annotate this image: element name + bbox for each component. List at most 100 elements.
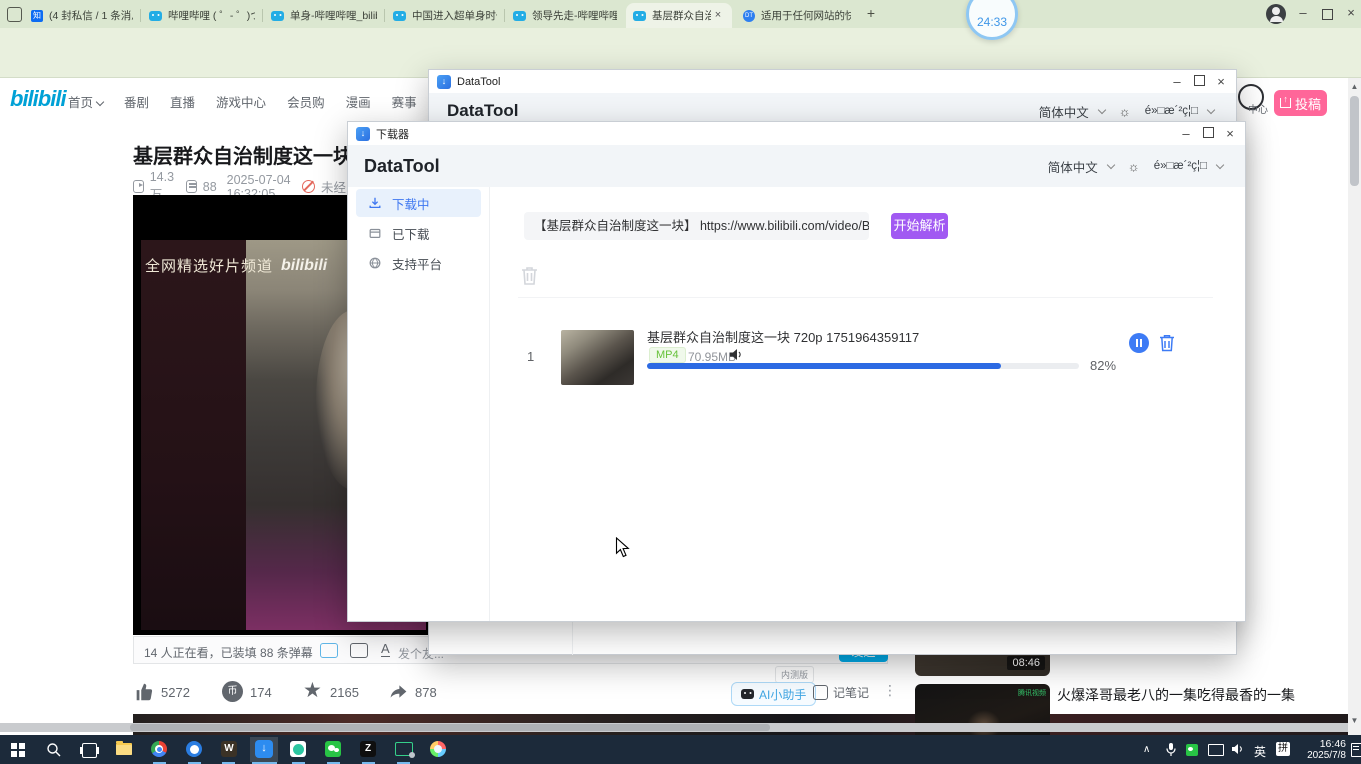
- action-center-icon[interactable]: [1351, 743, 1361, 757]
- parse-button[interactable]: 开始解析: [891, 213, 948, 239]
- window-maximize-button[interactable]: [1188, 72, 1210, 92]
- danmaku-switch-icon[interactable]: [320, 643, 338, 658]
- window-minimize-button[interactable]: –: [1175, 124, 1197, 144]
- downloader-brand: DataTool: [364, 156, 440, 177]
- pause-button[interactable]: [1129, 333, 1149, 353]
- tab-zhongguo[interactable]: 中国进入超单身时代_: [386, 3, 504, 28]
- nav-game-center[interactable]: 游戏中心: [216, 92, 266, 111]
- browser-maximize-button[interactable]: [1322, 9, 1333, 20]
- vertical-scrollbar-thumb[interactable]: [1350, 96, 1359, 186]
- wechat-icon[interactable]: [325, 741, 341, 757]
- wps-icon[interactable]: W: [221, 741, 237, 757]
- datatool-titlebar[interactable]: DataTool – ×: [429, 70, 1236, 93]
- screen-share-icon[interactable]: [395, 742, 413, 756]
- related-video-title[interactable]: 火爆泽哥最老八的一集吃得最香的一集: [1057, 686, 1297, 705]
- favorite-star-icon[interactable]: ★: [303, 678, 322, 703]
- tray-ime-icon[interactable]: 拼: [1276, 742, 1290, 756]
- nav-live[interactable]: 直播: [170, 92, 195, 111]
- ai-assistant-button[interactable]: AI小助手: [731, 682, 816, 706]
- profile-menu[interactable]: é»□æ´²ç¦□: [1154, 160, 1223, 172]
- theme-toggle-icon[interactable]: ☼: [1128, 159, 1140, 174]
- upload-icon: ↑: [1280, 98, 1291, 108]
- active-app-highlight[interactable]: ↓: [250, 737, 278, 762]
- chrome-icon[interactable]: [151, 741, 167, 757]
- downloader-sidebar: 下载中 已下载 支持平台: [348, 187, 490, 621]
- search-icon[interactable]: [46, 742, 62, 758]
- sidebar-item-downloading[interactable]: 下载中: [356, 189, 481, 217]
- tab-danshen[interactable]: 单身-哔哩哔哩_bilibili: [264, 3, 384, 28]
- wechat-tray-icon[interactable]: [1186, 744, 1198, 756]
- nav-manga[interactable]: 漫画: [346, 92, 371, 111]
- like-icon[interactable]: [133, 681, 155, 703]
- share-icon[interactable]: [388, 681, 409, 702]
- language-selector[interactable]: 简体中文: [1048, 157, 1114, 176]
- tab-lingdao[interactable]: 领导先走-哔哩哔哩_b: [506, 3, 624, 28]
- tab-bilibili-home[interactable]: 哔哩哔哩 ( ゜- ゜)つロ: [142, 3, 262, 28]
- play-count-icon: [133, 180, 144, 193]
- tray-expand-icon[interactable]: ∧: [1143, 744, 1150, 755]
- ai-assistant-tv-icon: [741, 689, 754, 699]
- start-button[interactable]: [11, 743, 25, 757]
- bilibili-logo[interactable]: bilibili: [10, 86, 66, 112]
- vertical-scrollbar[interactable]: ▲ ▼: [1348, 78, 1361, 735]
- sidebar-item-supported-platforms[interactable]: 支持平台: [356, 249, 481, 277]
- window-close-button[interactable]: ×: [1210, 72, 1232, 92]
- coin-icon[interactable]: 币: [222, 681, 243, 702]
- network-icon[interactable]: [1208, 744, 1224, 756]
- file-explorer-icon[interactable]: [116, 743, 132, 755]
- browser-profile-avatar[interactable]: [1266, 4, 1286, 24]
- list-divider: [518, 297, 1213, 298]
- language-selector[interactable]: 简体中文: [1039, 102, 1105, 121]
- tab-zhihu[interactable]: 知 (4 封私信 / 1 条消息): [24, 3, 140, 28]
- more-actions-icon[interactable]: ⋮: [883, 682, 897, 699]
- tab-title: 哔哩哔哩 ( ゜- ゜)つロ: [168, 8, 255, 23]
- theme-toggle-icon[interactable]: ☼: [1119, 104, 1131, 119]
- delete-item-button[interactable]: [1158, 333, 1176, 353]
- note-button[interactable]: 记笔记: [813, 684, 869, 701]
- scroll-down-arrow[interactable]: ▼: [1348, 716, 1361, 725]
- coin-count: 174: [250, 685, 272, 700]
- audio-icon[interactable]: [729, 348, 743, 361]
- no-reprint-icon: [302, 180, 315, 193]
- app-flower-icon[interactable]: [430, 741, 446, 757]
- nav-esports[interactable]: 赛事: [392, 92, 417, 111]
- browser-360-icon[interactable]: [186, 741, 202, 757]
- app-teal-icon[interactable]: [290, 741, 306, 757]
- upload-button[interactable]: ↑ 投稿: [1274, 90, 1327, 116]
- microphone-icon[interactable]: [1165, 742, 1177, 757]
- danmaku-count: 88: [203, 180, 217, 194]
- window-close-button[interactable]: ×: [1219, 124, 1241, 144]
- volume-icon[interactable]: [1231, 743, 1244, 755]
- tray-clock[interactable]: 16:46 2025/7/8: [1300, 738, 1346, 761]
- scroll-up-arrow[interactable]: ▲: [1348, 82, 1361, 91]
- zhihu-favicon: 知: [31, 10, 43, 22]
- window-maximize-button[interactable]: [1197, 124, 1219, 144]
- new-tab-button[interactable]: +: [862, 5, 880, 23]
- browser-minimize-button[interactable]: –: [1292, 3, 1314, 23]
- nav-home[interactable]: 首页: [68, 92, 103, 111]
- favorite-count: 2165: [330, 685, 359, 700]
- horizontal-scrollbar-thumb[interactable]: [130, 724, 770, 731]
- danmaku-style-icon[interactable]: A: [381, 642, 390, 657]
- task-view-icon[interactable]: [82, 743, 97, 758]
- tab-separator: [384, 9, 385, 22]
- window-minimize-button[interactable]: –: [1166, 72, 1188, 92]
- nav-vip-shop[interactable]: 会员购: [287, 92, 325, 111]
- capcut-icon[interactable]: Z: [360, 741, 376, 757]
- downloader-titlebar[interactable]: 下载器 – ×: [348, 122, 1245, 145]
- downloader-window-title: 下载器: [376, 126, 1175, 142]
- tray-language-indicator[interactable]: 英: [1254, 743, 1266, 760]
- tab-search-icon[interactable]: [7, 7, 22, 22]
- nav-bangumi[interactable]: 番剧: [124, 92, 149, 111]
- horizontal-scrollbar[interactable]: [0, 723, 1348, 732]
- bulk-delete-trash-icon[interactable]: [520, 265, 539, 286]
- browser-close-button[interactable]: ×: [1340, 3, 1361, 23]
- downloader-window: 下载器 – × DataTool 简体中文 ☼ é»□æ´²ç¦□ 下载中 已下…: [347, 121, 1246, 622]
- tab-active-jiceng[interactable]: 基层群众自治制度 ×: [626, 3, 732, 28]
- tab-close-icon[interactable]: ×: [711, 9, 725, 23]
- profile-menu[interactable]: é»□æ´²ç¦□: [1145, 105, 1214, 117]
- tab-shortcut-ext[interactable]: DT 适用于任何网站的快: [736, 3, 858, 28]
- danmaku-settings-icon[interactable]: [350, 643, 368, 658]
- video-url-input[interactable]: 【基层群众自治制度这一块】 https://www.bilibili.com/v…: [524, 212, 869, 240]
- sidebar-item-downloaded[interactable]: 已下载: [356, 219, 481, 247]
